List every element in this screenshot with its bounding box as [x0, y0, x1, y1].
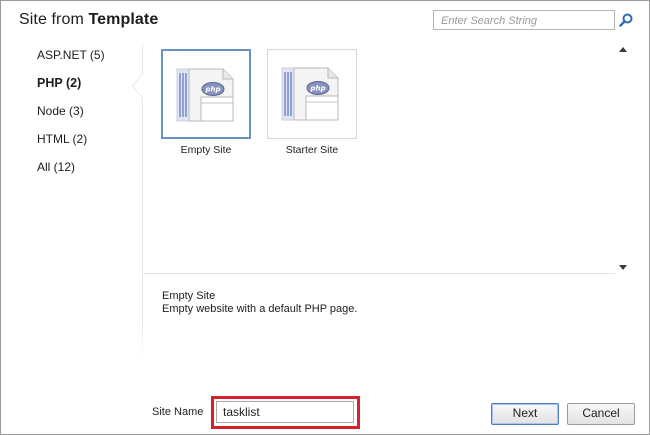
template-description: Empty Site Empty website with a default …	[162, 290, 357, 316]
selection-pointer-inner	[133, 74, 143, 98]
category-php[interactable]: PHP (2)	[37, 75, 137, 103]
site-name-input[interactable]	[216, 401, 354, 423]
site-from-template-dialog: Site from Template ASP.NET (5) PHP (2) N…	[0, 0, 650, 435]
scroll-up-arrow-icon[interactable]	[619, 47, 627, 52]
search-icon[interactable]	[619, 13, 633, 27]
title-prefix: Site from	[19, 11, 84, 28]
template-tile-starter-site[interactable]: php	[267, 49, 357, 139]
gallery-divider	[143, 273, 615, 274]
template-scrollbar[interactable]	[615, 41, 633, 273]
site-name-label: Site Name	[152, 406, 204, 418]
category-node[interactable]: Node (3)	[37, 103, 137, 131]
svg-text:php: php	[204, 86, 220, 94]
description-text: Empty website with a default PHP page.	[162, 303, 358, 315]
title-strong: Template	[88, 11, 159, 28]
template-label-empty-site: Empty Site	[180, 144, 232, 156]
dialog-title: Site from Template	[19, 11, 158, 29]
php-document-icon: php	[176, 68, 234, 122]
search-box	[433, 10, 615, 30]
template-gallery: php Empty Site php Starter Site	[143, 41, 615, 273]
cancel-button[interactable]: Cancel	[567, 403, 635, 425]
template-label-starter-site: Starter Site	[285, 144, 339, 156]
svg-text:php: php	[309, 85, 325, 93]
php-document-icon: php	[281, 67, 339, 121]
template-tile-empty-site[interactable]: php	[161, 49, 251, 139]
scroll-down-arrow-icon[interactable]	[619, 265, 627, 270]
category-list: ASP.NET (5) PHP (2) Node (3) HTML (2) Al…	[37, 47, 137, 187]
next-button[interactable]: Next	[491, 403, 559, 425]
category-aspnet[interactable]: ASP.NET (5)	[37, 47, 137, 75]
category-html[interactable]: HTML (2)	[37, 131, 137, 159]
category-all[interactable]: All (12)	[37, 159, 137, 187]
description-title: Empty Site	[162, 290, 216, 302]
search-input[interactable]	[434, 12, 614, 30]
